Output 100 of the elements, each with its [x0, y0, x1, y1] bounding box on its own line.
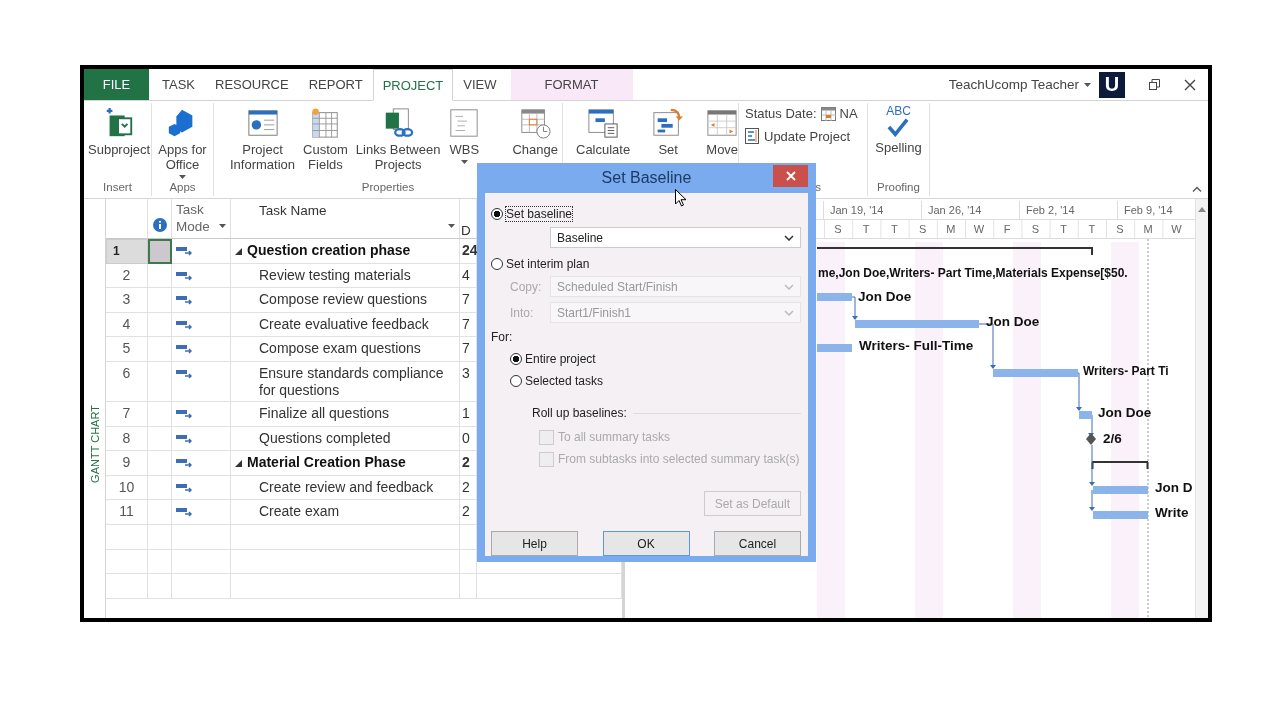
ribbon-tab[interactable]: FILE — [84, 69, 149, 100]
day-label: T — [862, 223, 870, 235]
collapse-ribbon-icon[interactable] — [1192, 186, 1202, 192]
bar-label: Jon Doe — [858, 289, 912, 304]
close-button[interactable] — [773, 165, 808, 187]
row-number[interactable]: 7 — [106, 401, 148, 427]
group-label: s — [814, 180, 822, 195]
day-label: S — [1116, 223, 1124, 235]
dialog-button[interactable]: Help — [491, 531, 578, 556]
section-label: For: — [491, 330, 514, 344]
collapse-triangle-icon[interactable] — [235, 460, 242, 468]
ribbon-button[interactable]: Set — [650, 103, 687, 157]
restore-icon[interactable] — [1149, 79, 1160, 90]
task-mode-icon — [176, 319, 192, 330]
ribbon-tab[interactable]: RESOURCE — [205, 69, 299, 100]
calendar-clock-icon — [519, 107, 552, 139]
radio-button[interactable]: Set baseline — [491, 204, 801, 224]
day-label: T — [891, 223, 898, 235]
row-number[interactable]: 8 — [106, 426, 148, 452]
task-name: Create review and feedback — [259, 478, 434, 496]
task-mode-icon — [176, 270, 192, 281]
day-label: M — [1143, 223, 1153, 235]
collapse-triangle-icon[interactable] — [235, 248, 242, 255]
link-arrow — [851, 296, 858, 320]
logo: U — [1099, 71, 1125, 98]
ribbon-button[interactable]: Calculate — [574, 103, 633, 157]
day-label: T — [1060, 223, 1067, 235]
task-name: Questions completed — [259, 429, 391, 447]
field-label: Copy: — [509, 279, 543, 294]
row-number[interactable]: 6 — [106, 361, 148, 402]
section-label: Roll up baselines: — [532, 406, 627, 420]
row-number[interactable]: 9 — [106, 451, 148, 476]
task-name: Create evaluative feedback — [259, 315, 429, 333]
week-label: Feb 9, '14 — [1124, 204, 1173, 216]
link-arrow — [1089, 489, 1095, 511]
row-number[interactable]: 3 — [106, 288, 148, 313]
task-mode-icon — [176, 368, 192, 379]
task-name: Finalize all questions — [259, 404, 389, 422]
chevron-down-icon — [784, 309, 794, 316]
day-label: S — [834, 223, 842, 235]
dialog-button[interactable]: OK — [602, 531, 690, 556]
task-name: Review testing materials — [259, 266, 411, 284]
ribbon-button[interactable]: Change — [510, 103, 560, 157]
table-arrows-icon — [706, 107, 739, 139]
bar-label: Writers- Full-Time — [859, 338, 974, 353]
ribbon-button[interactable]: Links Between Projects — [353, 103, 443, 172]
task-mode-icon — [176, 482, 192, 493]
scroll-up-icon[interactable] — [1198, 207, 1206, 212]
ribbon-button[interactable]: ABC Spelling — [873, 103, 924, 155]
ribbon-button[interactable]: WBS — [446, 103, 483, 164]
ribbon-button[interactable]: Project Information — [228, 103, 298, 172]
bar-label: Jon D — [1155, 480, 1193, 495]
row-number[interactable]: 1 — [106, 239, 148, 264]
row-number[interactable]: 5 — [106, 337, 148, 362]
scrollbar[interactable] — [1195, 199, 1208, 618]
radio-button[interactable]: Selected tasks — [491, 370, 801, 392]
ribbon-button[interactable]: Update Project — [741, 125, 854, 146]
task-mode-icon — [176, 246, 192, 256]
task-mode-icon — [176, 408, 192, 419]
chevron-down-icon — [784, 283, 794, 290]
summary-bar[interactable] — [1091, 461, 1149, 470]
day-label: S — [918, 223, 927, 235]
ribbon-tab[interactable]: PROJECT — [372, 69, 454, 101]
info-sheet-icon — [246, 107, 279, 139]
task-name: Create exam — [259, 503, 340, 521]
row-number[interactable]: 10 — [106, 475, 148, 501]
row-number[interactable]: 11 — [106, 500, 148, 525]
ribbon-button[interactable]: Subproject — [86, 103, 153, 157]
ribbon-button[interactable]: Move — [704, 103, 741, 157]
ribbon-tab[interactable]: REPORT — [298, 69, 373, 100]
summary-bar[interactable] — [816, 247, 1093, 256]
radio-button[interactable]: Set interim plan — [491, 254, 801, 274]
group-label: Proofing — [876, 180, 921, 195]
radio-button[interactable]: Entire project — [491, 348, 801, 370]
row-number[interactable]: 4 — [106, 312, 148, 338]
dialog-button[interactable]: Cancel — [714, 531, 801, 556]
account-menu[interactable]: TeachUcomp Teacher — [942, 69, 1097, 100]
ribbon-button[interactable]: Apps for Office — [156, 103, 209, 179]
ribbon-tab[interactable]: VIEW — [453, 69, 507, 100]
active-cell[interactable] — [148, 239, 172, 264]
task-mode-icon — [176, 344, 192, 355]
ribbon-tab[interactable]: TASK — [152, 69, 205, 100]
milestone-diamond[interactable] — [1086, 433, 1096, 445]
close-icon — [785, 171, 796, 181]
row-number[interactable]: 2 — [106, 263, 148, 289]
week-label: Jan 26, '14 — [928, 204, 982, 216]
bar-label: Write — [1155, 505, 1189, 520]
week-label: Jan 19, '14 — [830, 204, 884, 216]
ribbon-button[interactable]: Status Date: NA — [741, 103, 862, 123]
column-header[interactable]: D — [460, 199, 477, 239]
gantt-sheet-icon — [745, 128, 760, 144]
ribbon-tab[interactable]: FORMAT — [510, 69, 633, 100]
column-header[interactable]: Task Mode — [172, 199, 231, 239]
ribbon-button[interactable]: Custom Fields — [301, 103, 350, 172]
dropdown[interactable]: Baseline — [550, 227, 801, 248]
mouse-pointer-icon — [675, 189, 687, 207]
column-header[interactable]: Task Name — [231, 199, 460, 239]
task-name: Compose review questions — [259, 291, 428, 309]
bar-label: 2/6 — [1103, 431, 1122, 446]
close-icon[interactable] — [1184, 78, 1196, 91]
